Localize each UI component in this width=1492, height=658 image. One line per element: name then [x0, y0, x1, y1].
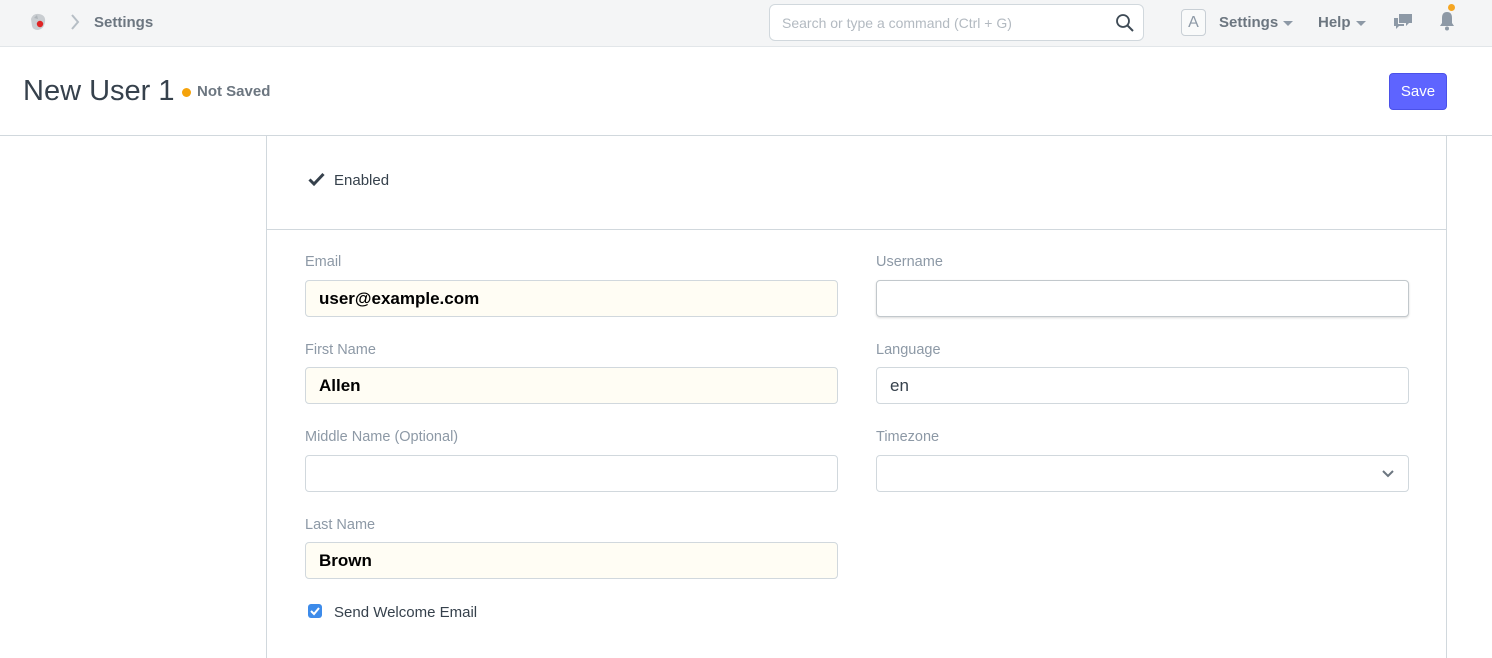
top-navbar: Settings A Settings Help: [0, 0, 1492, 47]
user-avatar[interactable]: A: [1181, 9, 1206, 36]
email-label: Email: [305, 254, 342, 270]
help-menu[interactable]: Help: [1318, 14, 1366, 31]
language-field[interactable]: [876, 367, 1409, 404]
search-bar[interactable]: [769, 4, 1144, 41]
last-name-label: Last Name: [305, 517, 376, 533]
bell-icon[interactable]: [1437, 10, 1457, 32]
status-badge: Not Saved: [197, 83, 271, 100]
user-form: Enabled Email First Name Middle Name (Op…: [266, 136, 1447, 658]
search-input[interactable]: [782, 13, 1112, 33]
send-welcome-email-checkbox[interactable]: [308, 604, 322, 618]
language-label: Language: [876, 342, 941, 358]
notification-dot: [1448, 4, 1455, 11]
first-name-label: First Name: [305, 342, 376, 358]
page-header: New User 1 Not Saved Save: [0, 48, 1492, 136]
chat-icon[interactable]: [1392, 12, 1414, 32]
save-button[interactable]: Save: [1389, 73, 1447, 110]
page-title: New User 1: [23, 75, 175, 107]
send-welcome-email-label: Send Welcome Email: [334, 604, 478, 621]
last-name-field[interactable]: [305, 542, 838, 579]
chevron-down-icon[interactable]: [1381, 469, 1395, 479]
app-logo-icon[interactable]: [27, 11, 49, 33]
caret-down-icon: [1355, 21, 1366, 26]
first-name-field[interactable]: [305, 367, 838, 404]
checkmark-icon: [310, 607, 320, 616]
enabled-checkbox[interactable]: [308, 172, 325, 187]
status-indicator: [182, 88, 191, 97]
username-label: Username: [876, 254, 943, 270]
timezone-label: Timezone: [876, 429, 940, 445]
middle-name-label: Middle Name (Optional): [305, 429, 459, 445]
breadcrumb-settings[interactable]: Settings: [94, 14, 153, 31]
username-field[interactable]: [876, 280, 1409, 317]
section-divider: [267, 229, 1446, 230]
timezone-select[interactable]: [876, 455, 1409, 492]
settings-menu[interactable]: Settings: [1219, 14, 1294, 31]
caret-down-icon: [1283, 21, 1294, 26]
help-menu-label: Help: [1318, 14, 1351, 31]
chevron-right-icon: [71, 14, 80, 30]
settings-menu-label: Settings: [1219, 14, 1279, 31]
search-icon[interactable]: [1115, 13, 1135, 33]
middle-name-field[interactable]: [305, 455, 838, 492]
enabled-label: Enabled: [334, 172, 390, 189]
email-field[interactable]: [305, 280, 838, 317]
